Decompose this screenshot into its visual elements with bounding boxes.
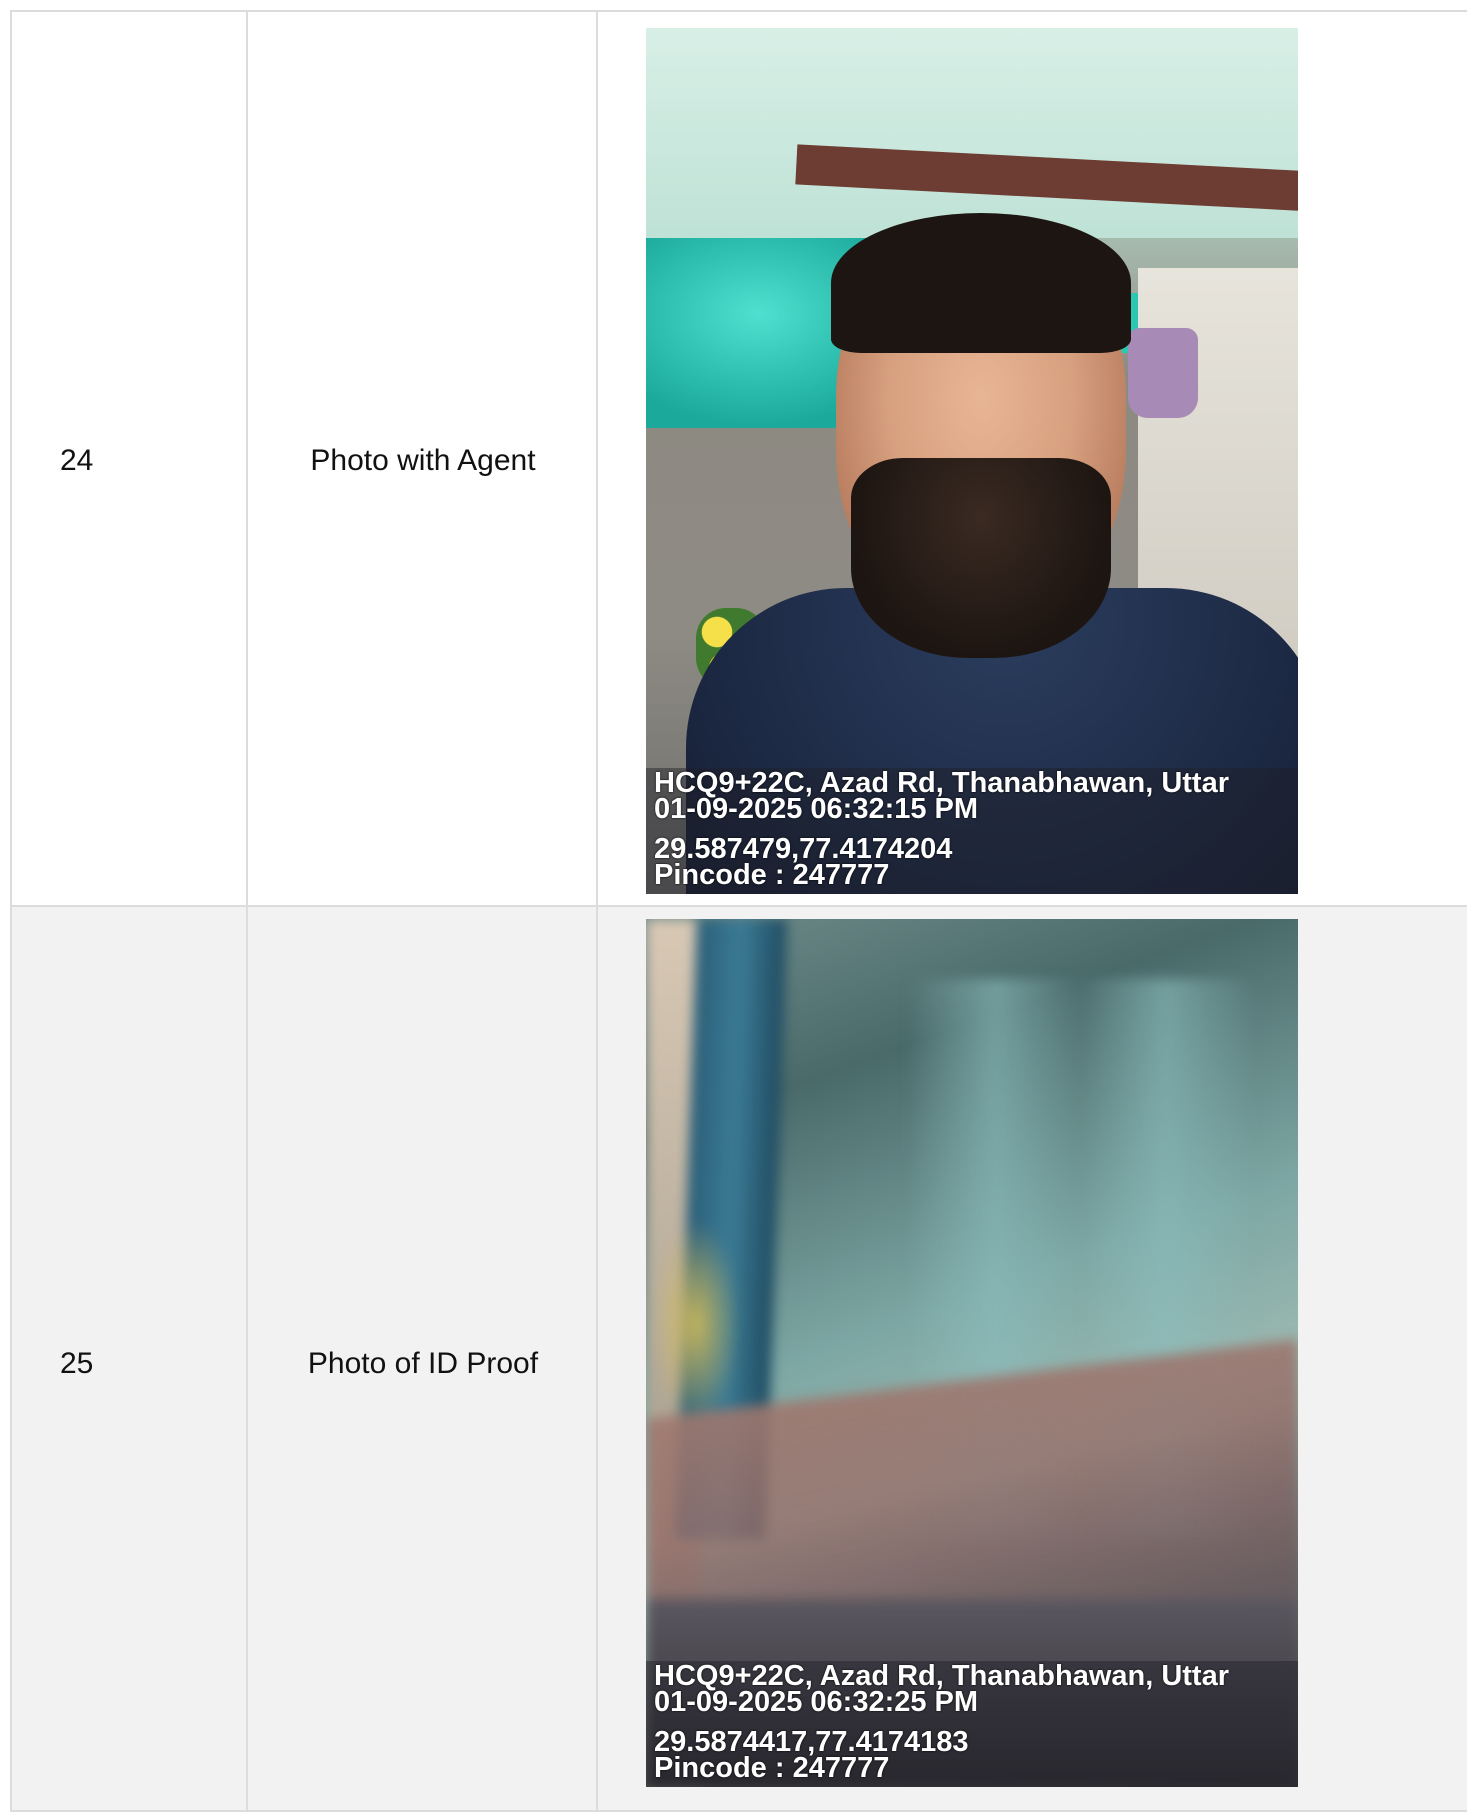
table-row: 24 Photo with Agent HCQ9+22C, Azad Rd, T… bbox=[12, 12, 1467, 907]
id-proof-photo: HCQ9+22C, Azad Rd, Thanabhawan, Uttar 01… bbox=[646, 919, 1298, 1787]
geotag-datetime: 01-09-2025 06:32:25 PM bbox=[654, 1686, 979, 1718]
document-table: 24 Photo with Agent HCQ9+22C, Azad Rd, T… bbox=[10, 10, 1467, 1812]
description-cell: Photo with Agent bbox=[248, 12, 598, 905]
photo-cell: HCQ9+22C, Azad Rd, Thanabhawan, Uttar 01… bbox=[598, 12, 1467, 905]
photo-blur-layer bbox=[646, 919, 1298, 1787]
geotag-pincode: Pincode : 247777 bbox=[654, 859, 890, 891]
geotag-pincode: Pincode : 247777 bbox=[654, 1752, 890, 1784]
photo-bag bbox=[1128, 328, 1198, 418]
photo-flowers bbox=[651, 1219, 741, 1429]
photo-cell: HCQ9+22C, Azad Rd, Thanabhawan, Uttar 01… bbox=[598, 907, 1467, 1810]
photo-label: Photo of ID Proof bbox=[307, 1347, 539, 1380]
photo-ceiling bbox=[646, 28, 1298, 238]
serial-number: 24 bbox=[60, 444, 94, 477]
serial-cell: 24 bbox=[12, 12, 248, 905]
photo-label: Photo with Agent bbox=[310, 444, 536, 477]
description-cell: Photo of ID Proof bbox=[248, 907, 598, 1810]
photo-person-beard bbox=[851, 458, 1111, 658]
serial-cell: 25 bbox=[12, 907, 248, 1810]
geotag-datetime: 01-09-2025 06:32:15 PM bbox=[654, 793, 979, 825]
agent-photo: HCQ9+22C, Azad Rd, Thanabhawan, Uttar 01… bbox=[646, 28, 1298, 894]
photo-person-hair bbox=[831, 213, 1131, 353]
serial-number: 25 bbox=[60, 1347, 94, 1380]
geotag-overlay: HCQ9+22C, Azad Rd, Thanabhawan, Uttar 01… bbox=[646, 1661, 1298, 1787]
geotag-overlay: HCQ9+22C, Azad Rd, Thanabhawan, Uttar 01… bbox=[646, 768, 1298, 894]
table-row: 25 Photo of ID Proof HCQ9+22C, Azad Rd, … bbox=[12, 907, 1467, 1812]
